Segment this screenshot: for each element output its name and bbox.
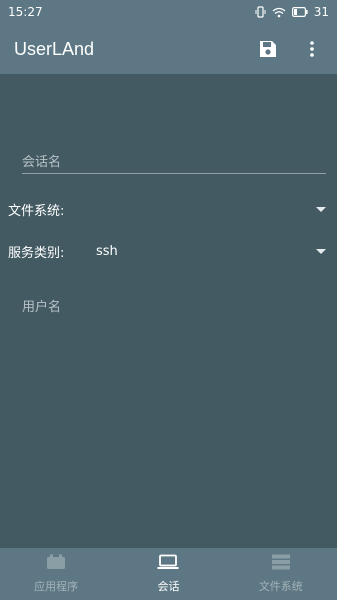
- status-bar: 15:27 31: [0, 0, 337, 24]
- storage-icon: [271, 554, 291, 574]
- more-vert-icon[interactable]: [301, 38, 323, 60]
- service-type-value: ssh: [96, 243, 118, 259]
- nav-item-filesystems[interactable]: 文件系统: [225, 548, 337, 600]
- dropdown-arrow-icon: [316, 206, 326, 212]
- battery-level: 31: [313, 5, 329, 19]
- app-title: UserLAnd: [14, 38, 95, 59]
- filesystem-label: 文件系统:: [8, 203, 65, 219]
- service-type-label: 服务类别:: [8, 245, 65, 261]
- apps-icon: [46, 554, 66, 574]
- app-actions: [257, 38, 323, 60]
- status-time: 15:27: [8, 5, 43, 19]
- nav-label-apps: 应用程序: [34, 580, 79, 593]
- save-icon[interactable]: [257, 38, 279, 60]
- app-bar: UserLAnd: [0, 24, 337, 74]
- service-type-spinner[interactable]: 服务类别: ssh: [8, 240, 328, 262]
- wifi-icon: [272, 7, 286, 18]
- session-form: 会话名 文件系统: 服务类别: ssh 用户名: [0, 74, 337, 548]
- bottom-nav: 应用程序 会话 文件系统: [0, 548, 337, 600]
- username-field[interactable]: 用户名: [22, 296, 326, 318]
- nav-label-sessions: 会话: [157, 580, 180, 593]
- dropdown-arrow-icon: [316, 248, 326, 254]
- nav-item-sessions[interactable]: 会话: [112, 548, 224, 600]
- session-name-placeholder: 会话名: [22, 155, 62, 170]
- username-placeholder: 用户名: [22, 300, 62, 315]
- filesystem-spinner[interactable]: 文件系统:: [8, 198, 328, 220]
- laptop-icon: [157, 554, 179, 574]
- nav-item-apps[interactable]: 应用程序: [0, 548, 112, 600]
- nav-label-filesystems: 文件系统: [258, 580, 303, 593]
- battery-icon: [291, 7, 308, 17]
- session-name-field[interactable]: 会话名: [22, 148, 326, 174]
- vibrate-icon: [255, 6, 266, 18]
- status-icons: 31: [255, 5, 329, 19]
